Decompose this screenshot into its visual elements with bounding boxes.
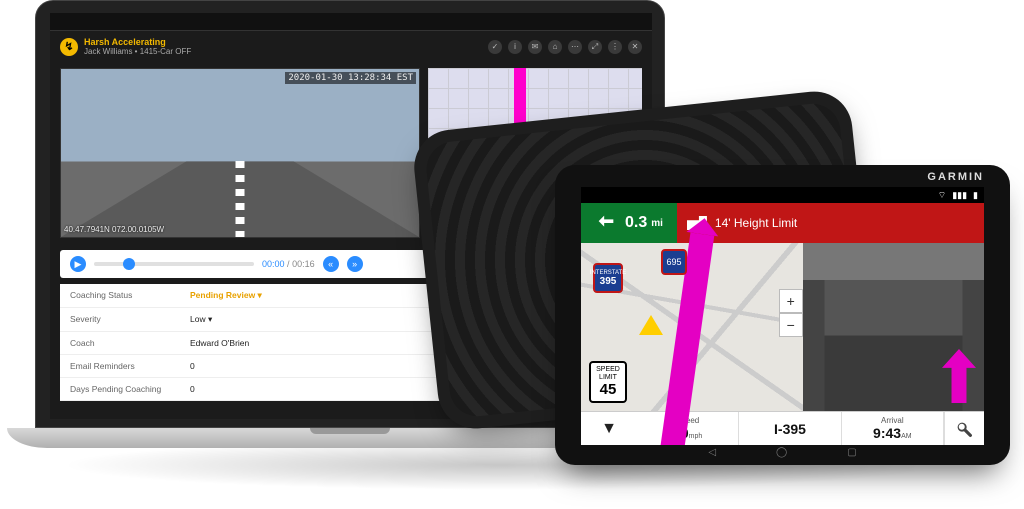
garmin-device: GARMIN ⌔ ▮▮▮ ▮ 0.3 mi 14' Height Limit	[495, 125, 1015, 475]
warning-text: 14' Height Limit	[715, 216, 797, 230]
route-shield-695: 695	[661, 249, 687, 275]
time-total: 00:16	[292, 259, 315, 269]
more-button[interactable]: ⋯	[568, 40, 582, 54]
play-button[interactable]: ▶	[70, 256, 86, 272]
prev-button[interactable]: «	[323, 256, 339, 272]
info-button[interactable]: i	[508, 40, 522, 54]
coaching-field-label: Severity	[70, 314, 190, 325]
android-back-button[interactable]: ◁	[708, 447, 716, 461]
video-coordinates: 40.47.7941N 072.00.0105W	[64, 225, 164, 234]
nav-footer: ▼ Speed 40mph I-395 Arrival 9:43AM	[581, 411, 984, 445]
route-shield-395: INTERSTATE 395	[593, 263, 623, 293]
event-toolbar: ✓ i ✉ ⌂ ⋯ ⤢ ⋮ ✕	[488, 40, 642, 54]
forward-camera-view[interactable]: + −	[803, 243, 984, 411]
speed-limit-sign: SPEED LIMIT 45	[589, 361, 627, 403]
garmin-nav-screen[interactable]: ⌔ ▮▮▮ ▮ 0.3 mi 14' Height Limit	[581, 187, 984, 445]
android-nav-bar: ◁ ◯ ▢	[581, 447, 984, 461]
turn-left-icon	[595, 212, 617, 234]
wrench-icon	[955, 420, 973, 438]
coaching-field-label: Coach	[70, 338, 190, 348]
event-severity-icon: ↯	[60, 38, 78, 56]
video-timestamp: 2020-01-30 13:28:34 EST	[285, 72, 416, 84]
turn-distance: 0.3	[625, 214, 647, 232]
message-button[interactable]: ✉	[528, 40, 542, 54]
battery-icon: ▮	[973, 190, 978, 201]
height-warning-banner[interactable]: 14' Height Limit	[677, 203, 984, 243]
wifi-icon: ⌔	[938, 190, 946, 201]
fullscreen-button[interactable]: ⤢	[588, 40, 602, 54]
android-home-button[interactable]: ◯	[776, 447, 787, 461]
home-button[interactable]: ⌂	[548, 40, 562, 54]
scrubber[interactable]	[94, 262, 254, 266]
garmin-brand-label: GARMIN	[927, 171, 984, 183]
dashcam-video[interactable]: 2020-01-30 13:28:34 EST 40.47.7941N 072.…	[60, 68, 420, 238]
turn-unit: mi	[651, 218, 663, 229]
arrival-readout[interactable]: Arrival 9:43AM	[842, 412, 944, 445]
coaching-field-label: Coaching Status	[70, 290, 190, 301]
next-button[interactable]: »	[347, 256, 363, 272]
time-current: 00:00	[262, 259, 285, 269]
event-title: Harsh Accelerating	[84, 37, 191, 47]
coaching-field-label: Email Reminders	[70, 361, 190, 371]
turn-instruction[interactable]: 0.3 mi	[581, 203, 677, 243]
event-header: ↯ Harsh Accelerating Jack Williams • 141…	[50, 31, 652, 62]
nav-map[interactable]: INTERSTATE 395 695 SPEED LIMIT 45	[581, 243, 803, 411]
menu-button[interactable]: ⋮	[608, 40, 622, 54]
signal-icon: ▮▮▮	[952, 190, 967, 201]
close-button[interactable]: ✕	[628, 40, 642, 54]
app-titlebar	[50, 13, 652, 31]
event-subtitle: Jack Williams • 1415-Car OFF	[84, 47, 191, 56]
approve-button[interactable]: ✓	[488, 40, 502, 54]
zoom-in-button[interactable]: +	[779, 289, 803, 313]
coaching-field-label: Days Pending Coaching	[70, 384, 190, 394]
current-road[interactable]: I-395	[739, 412, 841, 445]
hazard-icon	[639, 303, 663, 335]
android-status-bar: ⌔ ▮▮▮ ▮	[581, 187, 984, 203]
nav-footer-home-icon[interactable]: ▼	[581, 412, 637, 445]
zoom-out-button[interactable]: −	[779, 313, 803, 337]
android-recents-button[interactable]: ▢	[847, 447, 856, 461]
tools-button[interactable]	[944, 412, 984, 445]
